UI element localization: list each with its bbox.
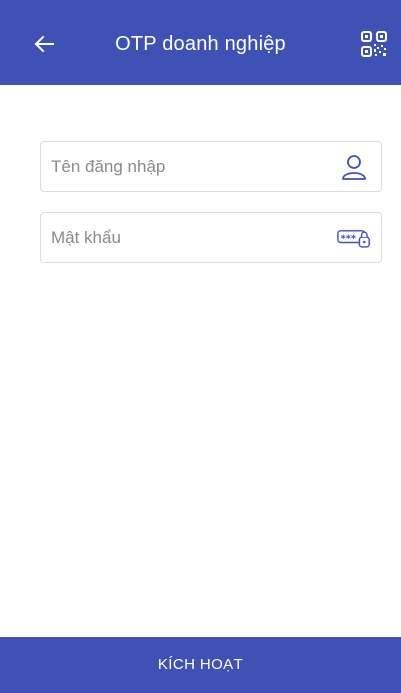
qr-code-icon	[361, 31, 387, 57]
arrow-left-icon	[34, 35, 54, 53]
username-input[interactable]	[51, 142, 321, 191]
qr-scan-button[interactable]	[358, 28, 390, 60]
svg-text:***: ***	[341, 234, 356, 245]
username-field[interactable]	[40, 141, 382, 192]
activate-button[interactable]: KÍCH HOẠT	[0, 637, 401, 693]
app-screen: OTP doanh nghiệp Tên đăng nhập *** KÍCH …	[0, 0, 401, 693]
app-bar: OTP doanh nghiệp	[0, 0, 401, 85]
password-field[interactable]: ***	[40, 212, 382, 263]
back-button[interactable]	[26, 26, 62, 62]
password-lock-icon: ***	[337, 223, 371, 253]
password-input[interactable]	[51, 213, 321, 262]
user-icon	[337, 152, 371, 182]
